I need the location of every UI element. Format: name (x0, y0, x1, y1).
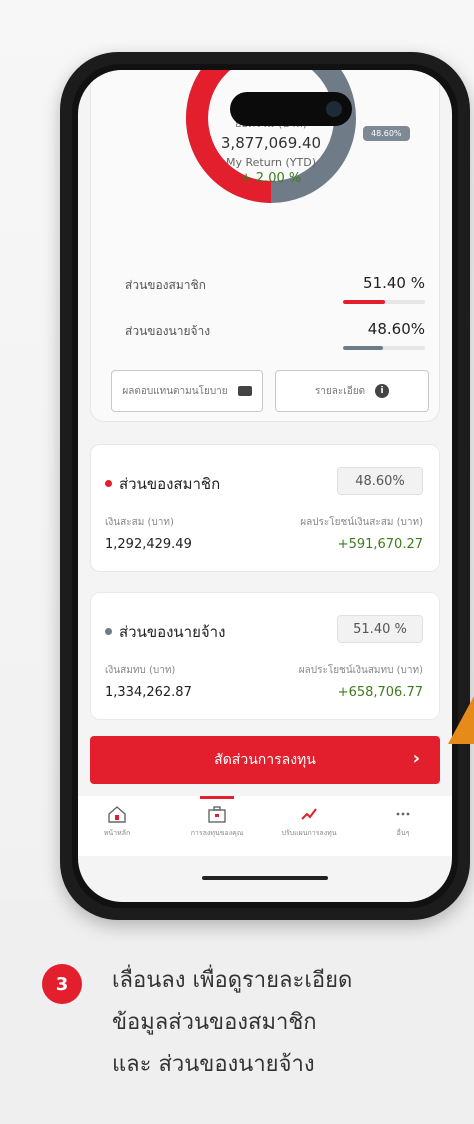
info-icon: i (375, 384, 390, 398)
dynamic-island (230, 92, 352, 126)
ratio-name: ส่วนของสมาชิก (125, 278, 206, 292)
caption-line-2: ข้อมูลส่วนของสมาชิก (112, 1010, 317, 1035)
details-button-label: รายละเอียด (314, 385, 366, 397)
home-icon (108, 806, 126, 823)
employer-percent-badge: 51.40 % (337, 615, 423, 643)
ratio-value: 51.40 % (363, 274, 425, 292)
ratio-bar-fill (343, 346, 383, 350)
employer-section-card[interactable]: ส่วนของนายจ้าง 51.40 % เงินสมทบ (บาท) ผล… (90, 592, 440, 720)
employer-right-label: ผลประโยชน์เงินสมทบ (บาท) (298, 665, 423, 676)
chart-icon (237, 386, 252, 396)
tab-your-investment[interactable]: การลงทุนของคุณ (172, 804, 262, 839)
tab-your-investment-label: การลงทุนของคุณ (190, 829, 244, 837)
ratio-row-employer: ส่วนของนายจ้าง 48.60% (125, 320, 425, 352)
tab-home-label: หน้าหลัก (103, 829, 131, 837)
pointer-arrow-icon (448, 696, 474, 744)
tab-home[interactable]: หน้าหลัก (78, 804, 162, 839)
investment-ratio-label: สัดส่วนการลงทุน (214, 752, 316, 768)
phone-frame: ยอดรวม (บาท) 3,877,069.40 My Return (YTD… (60, 52, 470, 920)
member-section-card[interactable]: ส่วนของสมาชิก 48.60% เงินสะสม (บาท) ผลปร… (90, 444, 440, 572)
return-label: My Return (YTD) (226, 156, 316, 169)
home-indicator (202, 876, 328, 880)
ratio-name: ส่วนของนายจ้าง (125, 324, 211, 338)
app-screen: ยอดรวม (บาท) 3,877,069.40 My Return (YTD… (78, 70, 452, 902)
caption-line-1: เลื่อนลง เพื่อดูรายละเอียด (112, 968, 353, 993)
camera-icon (326, 101, 342, 117)
performance-button-label: ผลตอบแทนตามนโยบาย (122, 385, 228, 397)
member-right-label: ผลประโยชน์เงินสะสม (บาท) (300, 517, 423, 528)
instruction-caption: เลื่อนลง เพื่อดูรายละเอียด ข้อมูลส่วนของ… (112, 960, 452, 1086)
total-value: 3,877,069.40 (220, 134, 322, 152)
chevron-right-icon: › (412, 748, 420, 769)
member-left-label: เงินสะสม (บาท) (105, 517, 174, 528)
member-dot-icon (105, 480, 112, 487)
more-icon (396, 812, 410, 816)
tab-more[interactable]: อื่นๆ (358, 804, 448, 839)
tab-adjust-plan-label: ปรับแผนการลงทุน (281, 829, 337, 837)
ratio-value: 48.60% (367, 320, 425, 338)
employer-dot-icon (105, 628, 112, 635)
tab-adjust-plan[interactable]: ปรับแผนการลงทุน (264, 804, 354, 839)
tab-more-label: อื่นๆ (396, 829, 410, 837)
performance-button[interactable]: ผลตอบแทนตามนโยบาย (111, 370, 263, 412)
employer-left-value: 1,334,262.87 (105, 685, 192, 700)
active-tab-indicator (200, 796, 234, 799)
ratio-bar (343, 300, 425, 304)
trend-icon (301, 808, 317, 820)
ratio-row-member: ส่วนของสมาชิก 51.40 % (125, 274, 425, 306)
ratio-bar-fill (343, 300, 386, 304)
member-right-value: +591,670.27 (337, 537, 423, 552)
ratio-bar (343, 346, 425, 350)
step-number-badge: 3 (42, 964, 82, 1004)
return-value: + 2.00 % (240, 171, 302, 186)
member-title: ส่วนของสมาชิก (119, 475, 221, 493)
donut-percent-badge: 48.60% (363, 126, 410, 141)
details-button[interactable]: รายละเอียด i (275, 370, 429, 412)
member-percent-badge: 48.60% (337, 467, 423, 495)
investment-ratio-button[interactable]: สัดส่วนการลงทุน › (90, 736, 440, 784)
employer-left-label: เงินสมทบ (บาท) (105, 665, 176, 676)
employer-right-value: +658,706.77 (337, 685, 423, 700)
bottom-tab-bar: หน้าหลัก การลงทุนของคุณ ปรับแผนการลงทุน … (78, 796, 452, 856)
member-left-value: 1,292,429.49 (105, 537, 192, 552)
caption-line-3: และ ส่วนของนายจ้าง (112, 1052, 315, 1077)
briefcase-icon (208, 806, 226, 823)
employer-title: ส่วนของนายจ้าง (119, 623, 226, 641)
